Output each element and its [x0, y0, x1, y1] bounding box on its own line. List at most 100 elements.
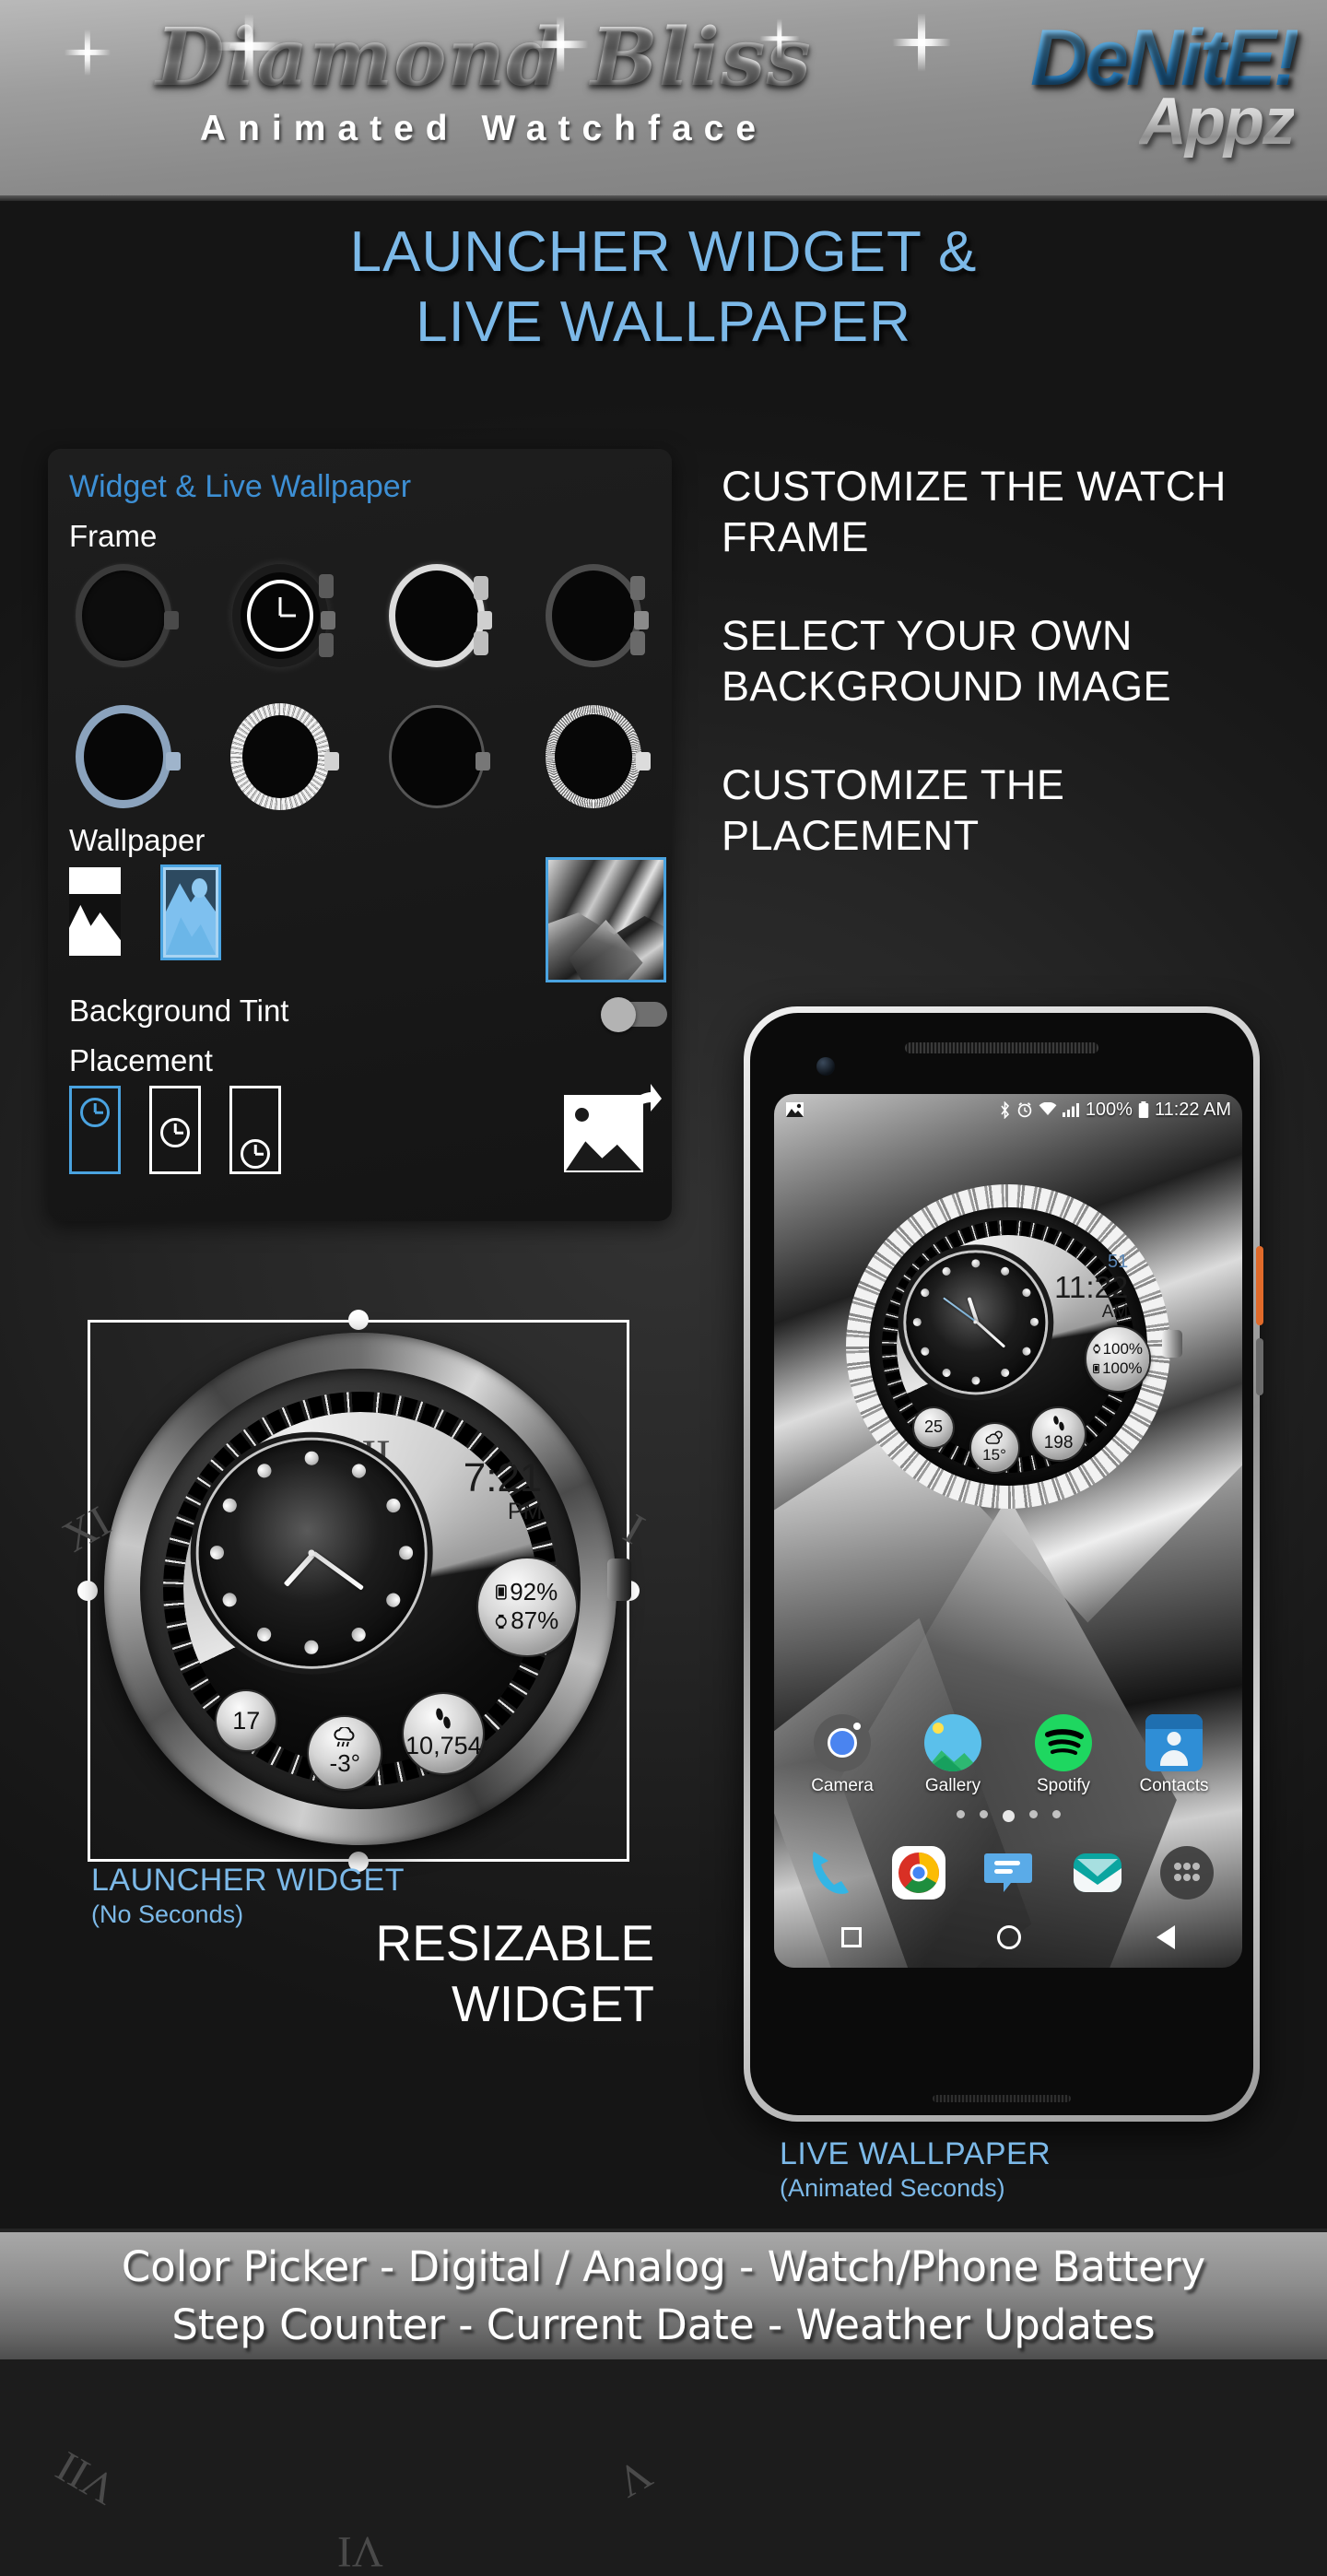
android-navigation-bar	[774, 1907, 1242, 1968]
date-complication: 25	[913, 1407, 954, 1448]
frame-option-gunmetal-ring[interactable]	[534, 561, 652, 670]
lug-icon	[630, 576, 645, 600]
earpiece-icon	[905, 1042, 1098, 1053]
image-picker-button[interactable]	[564, 1084, 662, 1172]
page-dot[interactable]	[979, 1810, 988, 1818]
watch-frame-icon	[76, 564, 171, 667]
status-right-group: 100% 11:22 AM	[999, 1100, 1231, 1121]
date-value: 25	[924, 1417, 944, 1437]
caption-line-2: (Animated Seconds)	[780, 2174, 1005, 2202]
crown-icon	[166, 752, 181, 771]
chrome-icon[interactable]	[892, 1846, 946, 1900]
background-tint-toggle[interactable]	[601, 997, 668, 1032]
brand-subtitle: Animated Watchface	[199, 109, 769, 148]
lug-icon	[474, 576, 488, 600]
page-headline: LAUNCHER WIDGET & LIVE WALLPAPER	[0, 218, 1327, 358]
wallpaper-option-image[interactable]	[160, 865, 221, 960]
recents-square-icon[interactable]	[841, 1927, 863, 1947]
email-icon[interactable]	[1071, 1846, 1124, 1900]
rain-cloud-icon	[334, 1727, 355, 1747]
crown-icon	[321, 611, 335, 630]
resizable-line-1: RESIZABLE	[375, 1914, 654, 1971]
watch-battery-line: 100%	[1092, 1339, 1144, 1358]
lug-icon	[474, 631, 488, 655]
date-complication: 17	[217, 1691, 276, 1751]
placement-option-bottom[interactable]	[229, 1086, 281, 1174]
live-wallpaper-caption: LIVE WALLPAPER (Animated Seconds)	[780, 2136, 1051, 2203]
app-contacts[interactable]: Contacts	[1132, 1714, 1216, 1796]
resize-handle-left[interactable]	[77, 1581, 98, 1601]
app-label: Spotify	[1036, 1776, 1091, 1795]
temperature-value: -3°	[329, 1749, 361, 1778]
power-button[interactable]	[1256, 1246, 1263, 1325]
frame-option-matte-black-ring[interactable]	[378, 702, 496, 811]
footer-line-2: Step Counter - Current Date - Weather Up…	[171, 2300, 1156, 2349]
launcher-widget-preview[interactable]: XIIIIIIIIIIIIVVIVIIVIIIIXXXI 7:21	[49, 1310, 932, 2575]
phone-screen[interactable]: 100% 11:22 AM 51 11:22 AM 100% 100% 25 1…	[774, 1094, 1242, 1968]
clock-hand-hour	[280, 614, 296, 618]
resize-handle-top[interactable]	[348, 1310, 369, 1330]
volume-button[interactable]	[1256, 1338, 1263, 1395]
app-gallery[interactable]: Gallery	[910, 1714, 995, 1796]
weather-complication: 15°	[970, 1424, 1018, 1472]
inner-subdial	[198, 1440, 425, 1666]
bluetooth-icon	[1001, 1100, 1009, 1119]
feature-bullet: CUSTOMIZE THE WATCH FRAME	[722, 463, 1227, 560]
widget-digital-time: 7:21 PM	[464, 1458, 543, 1523]
headline-line-1: LAUNCHER WIDGET &	[349, 220, 978, 284]
steps-complication: 198	[1032, 1407, 1085, 1461]
wallpaper-preview-thumbnail[interactable]	[546, 857, 666, 982]
page-dot[interactable]	[1028, 1810, 1038, 1818]
crown-icon	[634, 611, 649, 630]
feature-bullet: SELECT YOUR OWN BACKGROUND IMAGE	[722, 612, 1172, 710]
header-banner: Diamond Bliss Animated Watchface DeNitE!…	[0, 0, 1327, 201]
frame-option-diamond-studded-silver-ring[interactable]	[221, 702, 339, 811]
date-value: 17	[232, 1706, 261, 1735]
app-drawer-icon[interactable]	[1159, 1846, 1214, 1900]
frame-option-polished-silver-ring[interactable]	[378, 561, 496, 670]
sun-icon	[192, 878, 207, 898]
wallpaper-option-none[interactable]	[69, 867, 121, 956]
alarm-icon	[1017, 1102, 1032, 1118]
battery-percent-text: 100%	[1085, 1099, 1133, 1120]
frame-option-knurled-silver-ring[interactable]	[534, 702, 652, 811]
watch-icon	[495, 1614, 507, 1629]
page-dot-active[interactable]	[1002, 1810, 1015, 1822]
watch-battery-value: 100%	[1102, 1339, 1144, 1358]
frame-option-dark-titanium-ring[interactable]	[65, 561, 182, 670]
status-clock: 11:22 AM	[1154, 1099, 1231, 1120]
logo-secondary-text: Appz	[1139, 85, 1296, 159]
frame-option-blue-steel-ring[interactable]	[65, 702, 182, 811]
page-dot[interactable]	[956, 1810, 965, 1818]
home-circle-icon[interactable]	[996, 1925, 1021, 1949]
frame-section-label: Frame	[69, 519, 158, 553]
app-camera[interactable]: Camera	[800, 1714, 885, 1796]
phone-icon[interactable]	[803, 1846, 856, 1900]
partly-cloudy-icon	[985, 1430, 1003, 1445]
app-spotify[interactable]: Spotify	[1021, 1714, 1106, 1796]
watch-crown-icon	[607, 1558, 631, 1601]
steps-complication: 10,754	[404, 1693, 484, 1774]
placement-section-label: Placement	[69, 1043, 213, 1077]
footsteps-icon	[436, 1708, 452, 1729]
placement-option-top[interactable]	[69, 1086, 121, 1174]
messages-icon[interactable]	[981, 1846, 1035, 1900]
battery-complication: 92% 87%	[477, 1558, 576, 1656]
digital-seconds: 51	[1108, 1251, 1129, 1272]
frame-option-black-sport-ring-clock[interactable]	[221, 561, 339, 670]
lug-icon	[630, 631, 645, 655]
lug-icon	[319, 633, 334, 657]
feature-bullet: CUSTOMIZE THE PLACEMENT	[722, 761, 1065, 859]
placement-option-center[interactable]	[149, 1086, 201, 1174]
footer-banner: Color Picker - Digital / Analog - Watch/…	[0, 2229, 1327, 2359]
steps-value: 198	[1043, 1433, 1074, 1453]
phone-digital-time: 51 11:22 AM	[1054, 1253, 1128, 1321]
page-dot[interactable]	[1051, 1810, 1061, 1818]
roman-numeral: VII	[48, 2441, 125, 2513]
share-arrow-icon	[623, 1084, 662, 1123]
wallpaper-section-label: Wallpaper	[69, 823, 206, 857]
back-triangle-icon[interactable]	[1156, 1925, 1175, 1949]
roman-numeral: V	[608, 2448, 660, 2507]
signal-bars-icon	[1062, 1103, 1079, 1117]
brand-title: Diamond Bliss	[18, 7, 949, 109]
